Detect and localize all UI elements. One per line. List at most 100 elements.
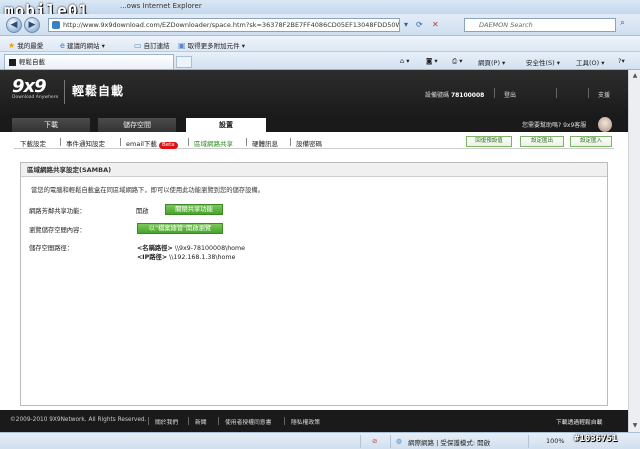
- back-button[interactable]: ◀: [6, 17, 22, 33]
- export-settings-button[interactable]: 設定匯出: [520, 136, 564, 147]
- stop-icon[interactable]: ✕: [432, 20, 439, 29]
- subnav-hardware-info[interactable]: 硬體訊息: [252, 138, 278, 148]
- name-path: <名稱路徑> \\9x9-78100008\home: [137, 243, 245, 252]
- subnav-email-download[interactable]: email下載 Beta: [126, 138, 178, 149]
- device-id: 設備號碼 78100008: [425, 90, 484, 99]
- logo-tagline: Download Anywhere: [12, 95, 59, 100]
- name-path-key: <名稱路徑>: [137, 245, 173, 252]
- device-id-label: 設備號碼: [425, 92, 450, 99]
- ie-icon: e: [60, 41, 65, 50]
- search-input[interactable]: DAEMON Search: [464, 18, 616, 32]
- browse-storage-label: 瀏覽儲存空間內容：: [29, 227, 86, 234]
- tab-download[interactable]: 下載: [12, 118, 90, 132]
- window-titlebar: ...ows Internet Explorer mobile01: [0, 0, 640, 20]
- panel-intro: 當您的電腦和輕鬆自載盒在同區域網路下，即可以使用此功能瀏覽到您的儲存設備。: [31, 187, 264, 194]
- blocked-icon[interactable]: ⊘: [372, 437, 377, 445]
- home-icon[interactable]: ⌂ ▾: [400, 57, 409, 65]
- site-header: 9x9 Download Anywhere 輕鬆自載 設備號碼 78100008…: [0, 70, 628, 116]
- header-separator: [588, 88, 589, 98]
- ip-path: <IP路徑> \\192.168.1.38\home: [137, 252, 235, 261]
- zoom-level[interactable]: 100%: [546, 437, 565, 445]
- custom-links-link[interactable]: ▭ 自訂連結: [134, 40, 170, 50]
- lan-share-label: 網路芳鄰共享功能：: [29, 208, 86, 215]
- browser-tabbar: 輕鬆自載 ⌂ ▾ ◙ ▾ ⎙ ▾ 網頁(P) ▾ 安全性(S) ▾ 工具(O) …: [0, 52, 640, 70]
- import-settings-button[interactable]: 設定匯入: [570, 136, 612, 147]
- dropdown-icon[interactable]: ▾: [404, 20, 408, 29]
- status-zone: 網際網路 | 受保護模式: 開啟: [408, 439, 491, 447]
- scroll-up-icon[interactable]: ▲: [630, 71, 640, 81]
- subnav-separator: [246, 138, 247, 146]
- feeds-icon[interactable]: ◙ ▾: [426, 57, 438, 65]
- help-link[interactable]: 您需要幫助嗎? 9x9客服: [522, 120, 586, 129]
- suggested-sites-link[interactable]: e 建議的網站 ▾: [60, 40, 105, 50]
- beta-badge: Beta: [158, 142, 178, 149]
- subnav-download-settings[interactable]: 下載設定: [20, 138, 46, 148]
- page-menu[interactable]: 網頁(P) ▾: [478, 57, 505, 67]
- subnav-lan-share[interactable]: 區域網路共享: [194, 138, 233, 148]
- tab-settings[interactable]: 設置: [186, 118, 266, 132]
- footer-slogan: 下載透過輕鬆自載: [556, 420, 603, 426]
- addon-icon: ▣: [178, 41, 186, 50]
- footer-eula-link[interactable]: 使用者授權同意書: [225, 417, 271, 426]
- footer-separator: [148, 417, 149, 425]
- safety-menu[interactable]: 安全性(S) ▾: [526, 57, 560, 67]
- header-divider: [64, 80, 65, 104]
- panel-title: 區域網路共享設定(SAMBA): [21, 163, 607, 177]
- subnav-separator: [120, 138, 121, 146]
- header-separator: [494, 88, 495, 98]
- forward-button[interactable]: ▶: [24, 17, 40, 33]
- logout-link[interactable]: 登出: [504, 90, 516, 99]
- storage-path-label: 儲存空間路徑：: [29, 245, 74, 252]
- site-footer: ©2009-2010 9X9Network. All Rights Reserv…: [0, 410, 628, 432]
- lan-share-status: 開啟: [136, 208, 149, 215]
- print-icon[interactable]: ⎙ ▾: [452, 57, 463, 66]
- favorites-button[interactable]: ★ 我的最愛: [8, 40, 43, 50]
- browser-tab[interactable]: 輕鬆自載: [4, 54, 174, 69]
- header-separator: [556, 88, 557, 98]
- address-toolbar: ◀ ▶ http://www.9x9download.com/EZDownloa…: [0, 14, 640, 36]
- refresh-icon[interactable]: ⟳: [416, 20, 423, 29]
- footer-separator: [218, 417, 219, 425]
- subnav-notification[interactable]: 事件通知設定: [66, 138, 105, 148]
- footer-privacy-link[interactable]: 隱私權政策: [291, 417, 320, 426]
- subnav-separator: [290, 138, 291, 146]
- address-input[interactable]: http://www.9x9download.com/EZDownloader/…: [48, 18, 400, 32]
- support-link[interactable]: 支援: [598, 90, 610, 99]
- restore-defaults-button[interactable]: 回復預設值: [466, 136, 512, 147]
- samba-settings-panel: 區域網路共享設定(SAMBA) 當您的電腦和輕鬆自載盒在同區域網路下，即可以使用…: [20, 162, 608, 406]
- footer-separator: [188, 417, 189, 425]
- logo-text: 9x9: [12, 76, 47, 97]
- watermark-right: #1036751: [574, 434, 618, 444]
- scroll-down-icon[interactable]: ▼: [630, 421, 640, 431]
- subnav-separator: [60, 138, 61, 146]
- disable-share-button[interactable]: 關閉共享功能: [165, 204, 223, 215]
- site-logo[interactable]: 9x9 Download Anywhere: [12, 76, 62, 106]
- help-icon[interactable]: ?▾: [618, 57, 625, 65]
- open-explorer-button[interactable]: 以"檔案總管"開啟瀏覽: [137, 223, 223, 234]
- main-nav: 下載 儲存空間 設置 您需要幫助嗎? 9x9客服: [0, 116, 628, 132]
- search-icon[interactable]: ⌕: [620, 18, 625, 28]
- ip-path-value[interactable]: \\192.168.1.38\home: [169, 254, 235, 261]
- globe-icon: ◍: [396, 437, 402, 445]
- star-icon: ★: [8, 41, 16, 50]
- new-tab-button[interactable]: [176, 56, 192, 68]
- get-addons-link[interactable]: ▣ 取得更多附加元件 ▾: [178, 40, 245, 50]
- window-title: ...ows Internet Explorer: [120, 2, 202, 10]
- footer-news-link[interactable]: 新聞: [195, 417, 207, 426]
- name-path-value[interactable]: \\9x9-78100008\home: [175, 245, 245, 252]
- subnav-device-password[interactable]: 設備密碼: [296, 138, 322, 148]
- page-icon: ▭: [134, 41, 142, 50]
- site-title: 輕鬆自載: [72, 84, 125, 98]
- email-download-label: email下載: [126, 140, 157, 148]
- settings-subnav: 下載設定 事件通知設定 email下載 Beta 區域網路共享 硬體訊息 設備密碼…: [14, 135, 614, 149]
- page-scrollbar[interactable]: ▲ ▼: [628, 70, 640, 432]
- ip-path-key: <IP路徑>: [137, 254, 168, 261]
- favorites-bar: ★ 我的最愛 e 建議的網站 ▾ ▭ 自訂連結 ▣ 取得更多附加元件 ▾: [0, 36, 640, 52]
- status-divider: [390, 435, 391, 448]
- support-avatar: [598, 117, 612, 132]
- browser-statusbar: ⊘ ◍ 網際網路 | 受保護模式: 開啟 100%: [0, 432, 640, 449]
- tab-storage[interactable]: 儲存空間: [98, 118, 176, 132]
- footer-separator: [284, 417, 285, 425]
- tools-menu[interactable]: 工具(O) ▾: [576, 57, 605, 67]
- footer-about-link[interactable]: 關於我們: [155, 417, 178, 426]
